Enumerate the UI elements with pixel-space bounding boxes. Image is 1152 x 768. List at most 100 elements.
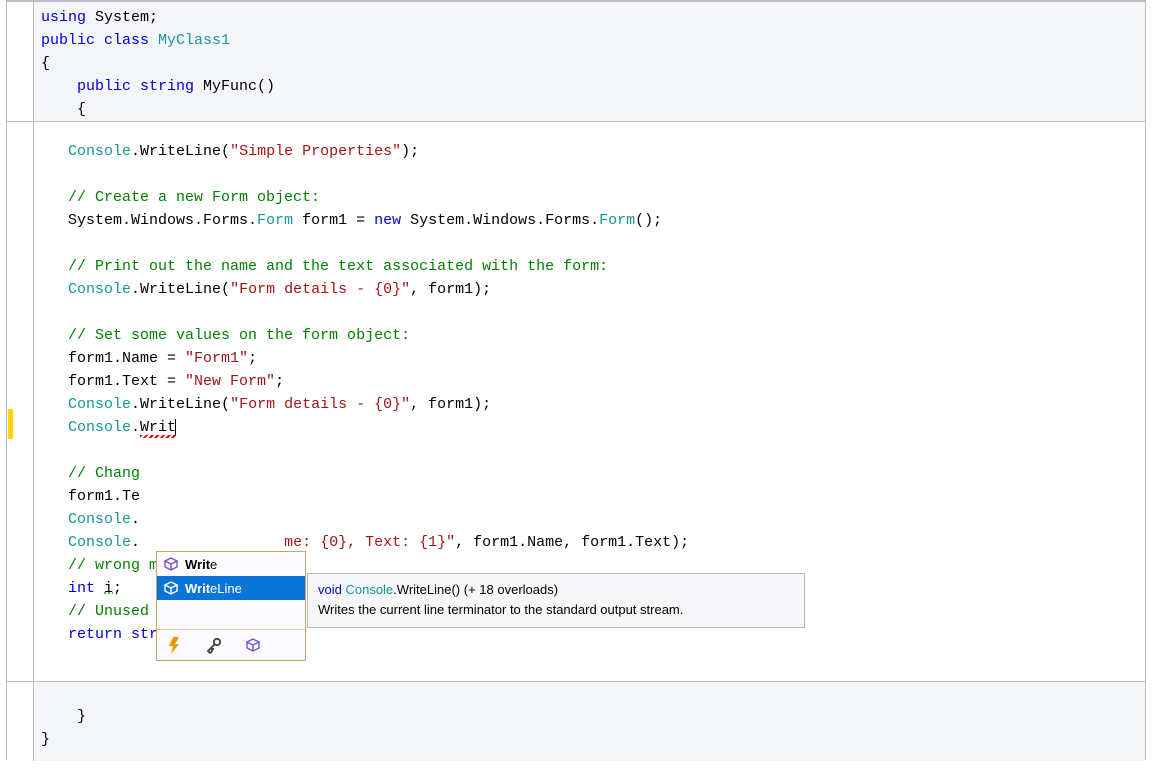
t: . xyxy=(131,534,140,551)
signature-line: void Console.WriteLine() (+ 18 overloads… xyxy=(318,580,794,600)
str: me: {0}, Text: {1}" xyxy=(284,534,455,551)
str: "Simple Properties" xyxy=(230,143,401,160)
gutter xyxy=(7,682,34,761)
str: "New Form" xyxy=(185,373,275,390)
gutter xyxy=(7,122,34,682)
t: form1.Name = xyxy=(68,350,185,367)
t: () xyxy=(451,582,460,597)
editor-code[interactable]: Console.WriteLine("Simple Properties"); … xyxy=(41,140,689,646)
cls: Console xyxy=(68,396,131,413)
cls: Console xyxy=(68,143,131,160)
t: , form1); xyxy=(410,396,491,413)
completion-item-writeline[interactable]: WriteLine xyxy=(157,576,305,600)
intellisense-filter-bar xyxy=(157,629,305,660)
ind xyxy=(41,350,68,367)
ind xyxy=(41,626,68,643)
str: "Form1" xyxy=(185,350,248,367)
ind xyxy=(41,258,68,275)
t: System.Windows.Forms. xyxy=(401,212,599,229)
comment: // Print out the name and the text assoc… xyxy=(68,258,608,275)
gutter xyxy=(7,2,34,122)
kw: int xyxy=(68,580,104,597)
t: System.Windows.Forms. xyxy=(68,212,257,229)
ind xyxy=(41,373,68,390)
ind xyxy=(41,212,68,229)
ind xyxy=(41,143,68,160)
editor-code-pane[interactable]: Console.WriteLine("Simple Properties"); … xyxy=(7,121,1145,682)
t: (); xyxy=(635,212,662,229)
method-filter-icon[interactable] xyxy=(245,637,261,653)
t: . xyxy=(131,419,140,436)
brace-open-2: { xyxy=(41,101,86,118)
completion-label: Write xyxy=(185,553,217,576)
brace-close: } xyxy=(41,731,50,748)
kw: new xyxy=(374,212,401,229)
t: ); xyxy=(401,143,419,160)
t: form1 = xyxy=(293,212,374,229)
t: form1.Te xyxy=(68,488,140,505)
ind xyxy=(41,419,68,436)
kw: void xyxy=(318,582,345,597)
t: . xyxy=(131,511,140,528)
kw-class: public class xyxy=(41,32,158,49)
cls-name: MyClass1 xyxy=(158,32,230,49)
t: ; xyxy=(113,580,122,597)
str: "Form details - {0}" xyxy=(230,281,410,298)
cls: Form xyxy=(257,212,293,229)
modification-marker xyxy=(8,409,13,439)
footer-code-pane: } } xyxy=(7,681,1145,761)
t: .WriteLine xyxy=(393,582,451,597)
editor-frame: using System; public class MyClass1 { pu… xyxy=(6,0,1146,760)
completion-item-write[interactable]: Write xyxy=(157,552,305,576)
t: , form1); xyxy=(410,281,491,298)
overload-count: (+ 18 overloads) xyxy=(460,582,558,597)
str: "Form details - {0}" xyxy=(230,396,410,413)
ind xyxy=(41,281,68,298)
kw: return xyxy=(68,626,131,643)
property-filter-icon[interactable] xyxy=(205,636,223,654)
cls: Console xyxy=(345,582,393,597)
ind xyxy=(41,580,68,597)
cls: Console xyxy=(68,534,131,551)
ind xyxy=(41,327,68,344)
ind xyxy=(41,465,68,482)
brace-close: } xyxy=(41,708,86,725)
cls: Console xyxy=(68,281,131,298)
ind xyxy=(41,557,68,574)
ind xyxy=(41,189,68,206)
t: .WriteLine( xyxy=(131,143,230,160)
ind xyxy=(41,534,68,551)
completion-label: WriteLine xyxy=(185,577,242,600)
t: .WriteLine( xyxy=(131,396,230,413)
intellisense-popup[interactable]: Write WriteLine xyxy=(156,551,306,661)
typed-partial: Writ xyxy=(140,419,176,436)
kw-using: using xyxy=(41,9,86,26)
t: ; xyxy=(248,350,257,367)
method-name: MyFunc() xyxy=(203,78,275,95)
ind xyxy=(41,396,68,413)
ind xyxy=(41,603,68,620)
header-code-pane: using System; public class MyClass1 { pu… xyxy=(7,1,1145,122)
unused-var: i xyxy=(104,580,113,597)
t: ; xyxy=(275,373,284,390)
ind xyxy=(41,488,68,505)
cls: Console xyxy=(68,511,131,528)
cls: Console xyxy=(68,419,131,436)
comment: // Create a new Form object: xyxy=(68,189,320,206)
brace-open: { xyxy=(41,55,50,72)
t: , form1.Name, form1.Text); xyxy=(455,534,689,551)
event-filter-icon[interactable] xyxy=(167,636,183,654)
t: .WriteLine( xyxy=(131,281,230,298)
cls: Form xyxy=(599,212,635,229)
comment: // Set some values on the form object: xyxy=(68,327,410,344)
method-icon xyxy=(163,556,179,572)
txt: System; xyxy=(86,9,158,26)
method-icon xyxy=(163,580,179,596)
indent xyxy=(41,78,77,95)
comment: // Chang xyxy=(68,465,140,482)
t: form1.Text = xyxy=(68,373,185,390)
ind xyxy=(41,511,68,528)
signature-description: Writes the current line terminator to th… xyxy=(318,600,794,620)
signature-tooltip: void Console.WriteLine() (+ 18 overloads… xyxy=(307,573,805,628)
kw-method: public string xyxy=(77,78,203,95)
